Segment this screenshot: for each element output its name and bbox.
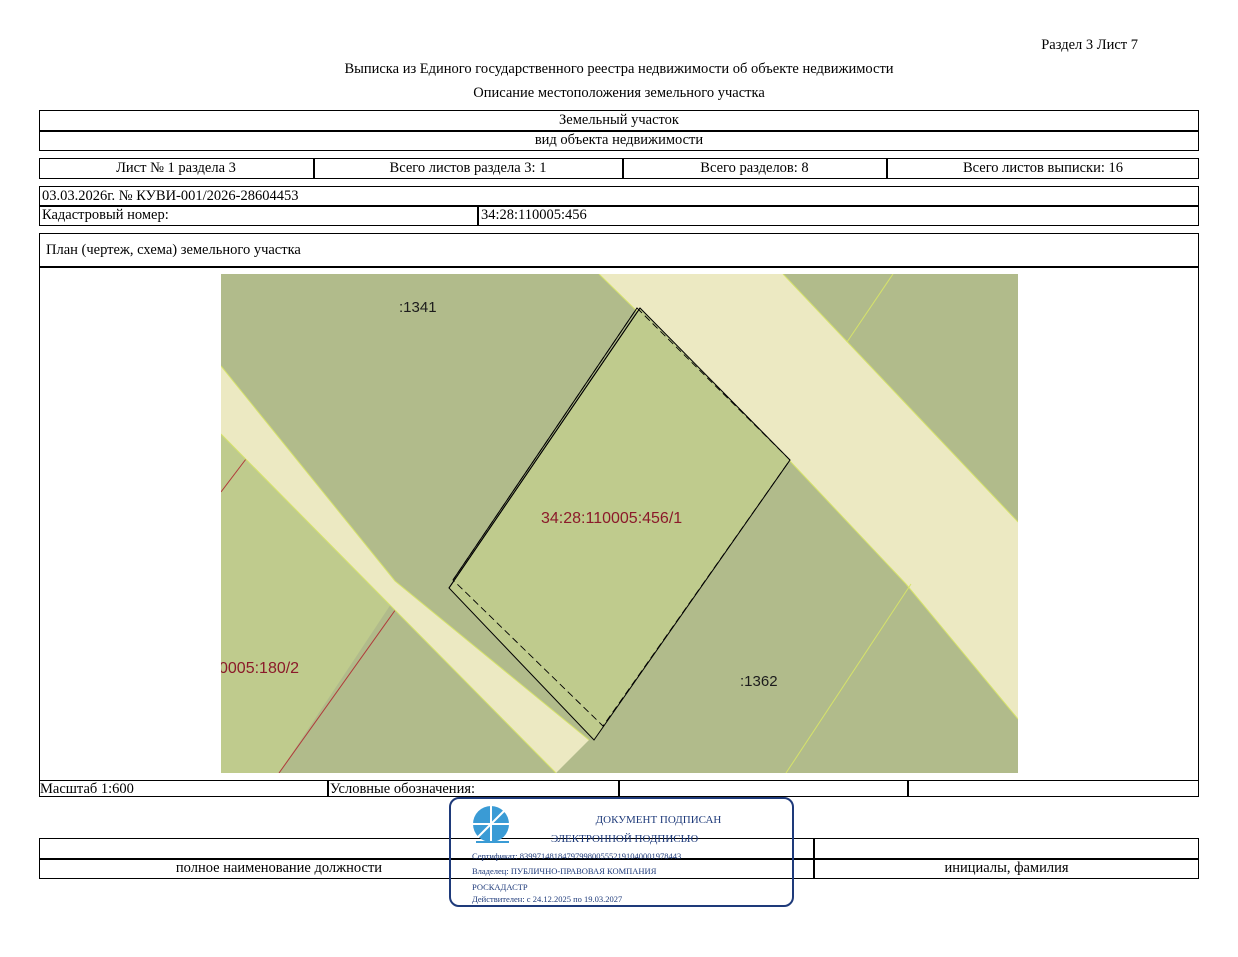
plan-drawing: :1341 34:28:110005:456/1 0005:180/2 :136… [221, 274, 1018, 773]
divider [39, 266, 1199, 268]
document-subtitle: Описание местоположения земельного участ… [473, 85, 765, 101]
legend-label: Условные обозначения: [330, 780, 476, 797]
plan-title: План (чертеж, схема) земельного участка [46, 241, 301, 258]
object-type-caption: вид объекта недвижимости [534, 132, 704, 148]
parcel-label-1362: :1362 [740, 673, 778, 690]
divider [618, 780, 620, 797]
electronic-signature-stamp: ДОКУМЕНТ ПОДПИСАН ЭЛЕКТРОННОЙ ПОДПИСЬЮ С… [449, 797, 794, 907]
document-title: Выписка из Единого государственного реес… [344, 61, 894, 77]
cadastral-number-value: 34:28:110005:456 [481, 207, 587, 223]
sheet-number: Лист № 1 раздела 3 [116, 160, 236, 176]
total-sheets-section: Всего листов раздела 3: 1 [389, 160, 547, 176]
stamp-certificate: Сертификат: 8399714818479799800555219104… [472, 851, 682, 861]
stamp-owner: Владелец: ПУБЛИЧНО-ПРАВОВАЯ КОМПАНИЯ [472, 866, 657, 876]
cadastral-number-label: Кадастровый номер: [42, 207, 169, 223]
total-sheets-extract: Всего листов выписки: 16 [963, 160, 1123, 176]
position-caption: полное наименование должности [175, 860, 383, 876]
scale-label: Масштаб 1:600 [40, 780, 134, 797]
section-sheet-label: Раздел 3 Лист 7 [1041, 37, 1138, 53]
plan-map: :1341 34:28:110005:456/1 0005:180/2 :136… [221, 274, 1018, 773]
stamp-validity: Действителен: с 24.12.2025 по 19.03.2027 [472, 894, 623, 904]
record-date-number: 03.03.2026г. № КУВИ-001/2026-28604453 [42, 187, 299, 204]
total-sections: Всего разделов: 8 [700, 160, 809, 176]
stamp-line-2: ЭЛЕКТРОННОЙ ПОДПИСЬЮ [551, 833, 699, 845]
divider [907, 780, 909, 797]
initials-caption: инициалы, фамилия [944, 860, 1069, 876]
stamp-line-1: ДОКУМЕНТ ПОДПИСАН [595, 814, 722, 826]
object-type-value: Земельный участок [559, 112, 679, 128]
stamp-owner-org: РОСКАДАСТР [472, 882, 528, 892]
parcel-label-1341: :1341 [399, 299, 437, 316]
parcel-label-180: 0005:180/2 [221, 660, 299, 677]
parcel-label-main: 34:28:110005:456/1 [541, 510, 682, 527]
